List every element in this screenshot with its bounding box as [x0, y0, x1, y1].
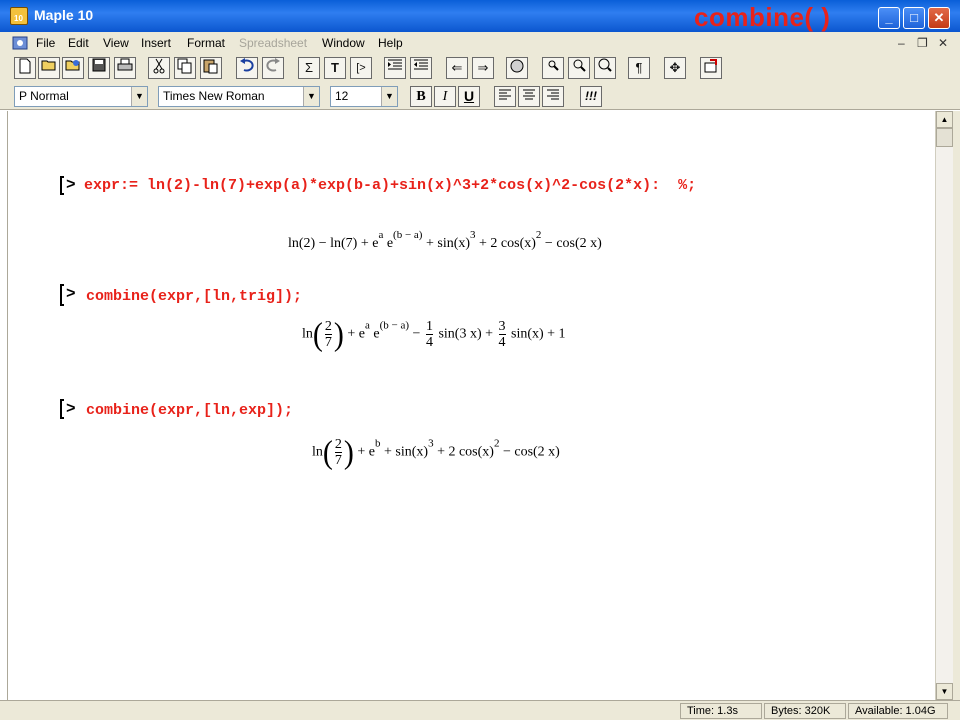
- save-icon[interactable]: [88, 57, 110, 79]
- paste-icon[interactable]: [200, 57, 222, 79]
- scroll-thumb[interactable]: [936, 128, 953, 147]
- input-line-3[interactable]: combine(expr,[ln,exp]);: [86, 402, 293, 419]
- execution-group-bracket[interactable]: [60, 176, 64, 195]
- execution-group-bracket[interactable]: [60, 399, 64, 419]
- zoom-400-icon[interactable]: [594, 57, 616, 79]
- input-prompt: >: [66, 400, 76, 418]
- output-1: ln(2) − ln(7) + ea e(b − a) + sin(x)3 + …: [288, 229, 602, 251]
- window-frame-edge: [953, 111, 960, 700]
- copy-icon[interactable]: [174, 57, 196, 79]
- menu-bar: File Edit View Insert Format Spreadsheet…: [0, 32, 960, 54]
- title-bar: Maple 10 combine( ) _ □ ✕: [0, 0, 960, 32]
- worksheet[interactable]: > expr:= ln(2)-ln(7)+exp(a)*exp(b-a)+sin…: [7, 111, 935, 700]
- text-icon[interactable]: T: [324, 57, 346, 79]
- status-available: Available: 1.04G: [848, 703, 948, 719]
- status-time: Time: 1.3s: [680, 703, 762, 719]
- align-left-icon[interactable]: [494, 86, 516, 107]
- document-menu-icon[interactable]: [12, 35, 30, 51]
- sum-icon[interactable]: Σ: [298, 57, 320, 79]
- execution-group-bracket[interactable]: [60, 284, 64, 306]
- align-right-icon[interactable]: [542, 86, 564, 107]
- back-icon[interactable]: ⇐: [446, 57, 468, 79]
- menu-format[interactable]: Format: [187, 36, 225, 50]
- style-select[interactable]: P Normal ▼: [14, 86, 148, 107]
- menu-help[interactable]: Help: [378, 36, 403, 50]
- output-3: ln(2 7) + eb + sin(x)3 + 2 cos(x)2 − cos(…: [312, 433, 560, 471]
- execute-all-button[interactable]: !!!: [580, 86, 602, 107]
- size-select[interactable]: 12 ▼: [330, 86, 398, 107]
- maximize-button[interactable]: □: [903, 7, 925, 29]
- underline-button[interactable]: U: [458, 86, 480, 107]
- indent-icon[interactable]: [384, 57, 406, 79]
- slide-caption: combine( ): [694, 2, 831, 32]
- minimize-button[interactable]: _: [878, 7, 900, 29]
- menu-file[interactable]: File: [36, 36, 55, 50]
- menu-window[interactable]: Window: [322, 36, 365, 50]
- redo-icon[interactable]: [262, 57, 284, 79]
- print-icon[interactable]: [114, 57, 136, 79]
- prompt-icon[interactable]: [>: [350, 57, 372, 79]
- size-select-value: 12: [335, 89, 349, 103]
- forward-icon[interactable]: ⇒: [472, 57, 494, 79]
- outdent-icon[interactable]: [410, 57, 432, 79]
- stop-icon[interactable]: [506, 57, 528, 79]
- zoom-200-icon[interactable]: [568, 57, 590, 79]
- input-line-2[interactable]: combine(expr,[ln,trig]);: [86, 288, 302, 305]
- expand-icon[interactable]: ✥: [664, 57, 686, 79]
- font-select-value: Times New Roman: [163, 89, 265, 103]
- close-button[interactable]: ✕: [928, 7, 950, 29]
- status-bar: Time: 1.3s Bytes: 320K Available: 1.04G: [0, 700, 960, 720]
- maple-app-icon[interactable]: [10, 7, 28, 25]
- status-bytes: Bytes: 320K: [764, 703, 846, 719]
- chevron-down-icon: ▼: [131, 87, 147, 106]
- italic-button[interactable]: I: [434, 86, 456, 107]
- doc-close-button[interactable]: ✕: [938, 36, 948, 50]
- undo-icon[interactable]: [236, 57, 258, 79]
- cut-icon[interactable]: [148, 57, 170, 79]
- doc-restore-button[interactable]: ❐: [917, 36, 928, 50]
- open-url-icon[interactable]: [62, 57, 84, 79]
- menu-insert[interactable]: Insert: [141, 36, 171, 50]
- input-prompt: >: [66, 176, 76, 194]
- menu-spreadsheet[interactable]: Spreadsheet: [239, 36, 307, 50]
- main-toolbar: Σ T [> ⇐ ⇒ ¶ ✥: [0, 54, 960, 84]
- format-toolbar: P Normal ▼ Times New Roman ▼ 12 ▼ B I U …: [0, 84, 960, 110]
- vertical-scrollbar[interactable]: ▲ ▼: [935, 111, 953, 700]
- new-icon[interactable]: [14, 57, 36, 79]
- pilcrow-icon[interactable]: ¶: [628, 57, 650, 79]
- menu-edit[interactable]: Edit: [68, 36, 89, 50]
- restart-icon[interactable]: [700, 57, 722, 79]
- input-line-1[interactable]: expr:= ln(2)-ln(7)+exp(a)*exp(b-a)+sin(x…: [84, 177, 696, 194]
- chevron-down-icon: ▼: [381, 87, 397, 106]
- bold-button[interactable]: B: [410, 86, 432, 107]
- chevron-down-icon: ▼: [303, 87, 319, 106]
- window-title: Maple 10: [34, 7, 94, 23]
- input-prompt: >: [66, 285, 76, 303]
- menu-view[interactable]: View: [103, 36, 129, 50]
- scroll-down-icon[interactable]: ▼: [936, 683, 953, 700]
- style-select-value: P Normal: [19, 89, 69, 103]
- zoom-100-icon[interactable]: [542, 57, 564, 79]
- scroll-up-icon[interactable]: ▲: [936, 111, 953, 128]
- open-icon[interactable]: [38, 57, 60, 79]
- align-center-icon[interactable]: [518, 86, 540, 107]
- doc-minimize-button[interactable]: –: [898, 36, 905, 50]
- output-2: ln(2 7) + ea e(b − a) − 14 sin(3 x) + 34 …: [302, 315, 566, 353]
- font-select[interactable]: Times New Roman ▼: [158, 86, 320, 107]
